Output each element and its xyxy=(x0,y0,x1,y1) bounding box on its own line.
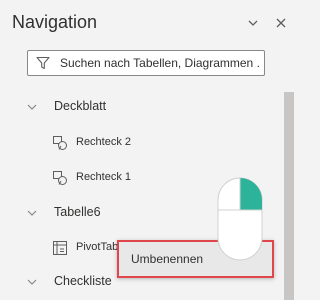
chevron-down-icon[interactable] xyxy=(26,275,38,287)
search-placeholder: Suchen nach Tabellen, Diagrammen ... xyxy=(60,56,260,70)
filter-icon xyxy=(36,56,50,70)
shape-icon xyxy=(52,170,68,186)
close-icon[interactable] xyxy=(272,14,290,32)
tree-item-rechteck-2[interactable]: Rechteck 2 xyxy=(0,129,280,157)
shape-icon xyxy=(52,135,68,151)
pane-header: Navigation xyxy=(12,8,292,40)
chevron-down-icon[interactable] xyxy=(26,206,38,218)
chevron-down-icon[interactable] xyxy=(244,14,262,32)
tree-item-label: Rechteck 1 xyxy=(76,171,132,183)
pivot-table-icon xyxy=(52,240,68,256)
search-input[interactable]: Suchen nach Tabellen, Diagrammen ... xyxy=(27,50,265,76)
scrollbar-thumb[interactable] xyxy=(284,92,294,300)
tree-item-label: Rechteck 2 xyxy=(76,136,132,148)
pane-title: Navigation xyxy=(12,12,98,32)
chevron-down-icon[interactable] xyxy=(26,100,38,112)
tree-group-label: Deckblatt xyxy=(54,99,107,113)
tree-group-label: Tabelle6 xyxy=(54,205,101,219)
rename-menu-item[interactable]: Umbenennen xyxy=(131,252,203,266)
tree-group-deckblatt[interactable]: Deckblatt xyxy=(0,93,280,121)
tree-group-label: Checkliste xyxy=(54,274,112,288)
navigation-pane: Navigation Suchen nach Tabellen, Diagram… xyxy=(0,0,295,300)
mouse-icon xyxy=(216,176,264,262)
